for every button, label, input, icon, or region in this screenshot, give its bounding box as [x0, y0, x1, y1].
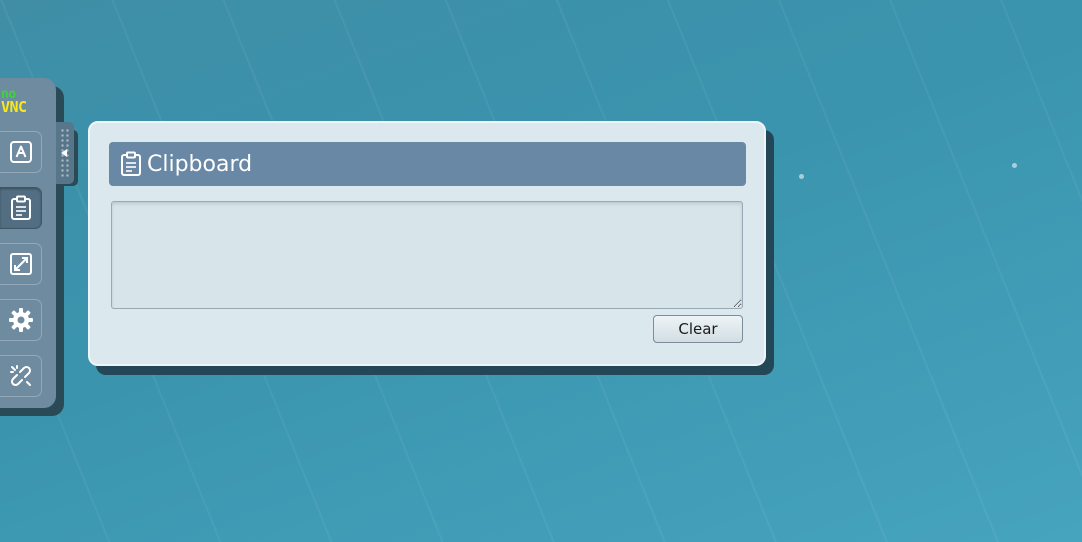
clipboard-textarea[interactable]: [111, 201, 743, 309]
disconnect-button[interactable]: [0, 355, 42, 397]
background-dot: [799, 174, 804, 179]
logo-vnc: VNC: [1, 98, 27, 116]
clipboard-panel-title: Clipboard: [147, 151, 253, 177]
clipboard-panel: Clipboard Clear: [88, 121, 766, 366]
novnc-logo: no VNC: [0, 88, 48, 120]
disconnect-icon: [9, 365, 31, 387]
background-dot: [1012, 163, 1017, 168]
collapse-arrow-icon: [61, 149, 67, 157]
gear-icon: [8, 308, 33, 332]
clipboard-panel-header: Clipboard: [109, 142, 746, 186]
control-bar-handle[interactable]: [56, 122, 74, 184]
settings-button[interactable]: [0, 299, 42, 341]
clipboard-icon: [119, 151, 143, 177]
clipboard-icon: [10, 195, 31, 220]
extra-keys-button[interactable]: [0, 131, 42, 173]
fullscreen-button[interactable]: [0, 243, 42, 285]
fullscreen-icon: [9, 253, 32, 275]
clipboard-button[interactable]: [0, 187, 42, 229]
clear-button[interactable]: Clear: [653, 315, 743, 343]
keyboard-a-icon: [9, 141, 32, 163]
